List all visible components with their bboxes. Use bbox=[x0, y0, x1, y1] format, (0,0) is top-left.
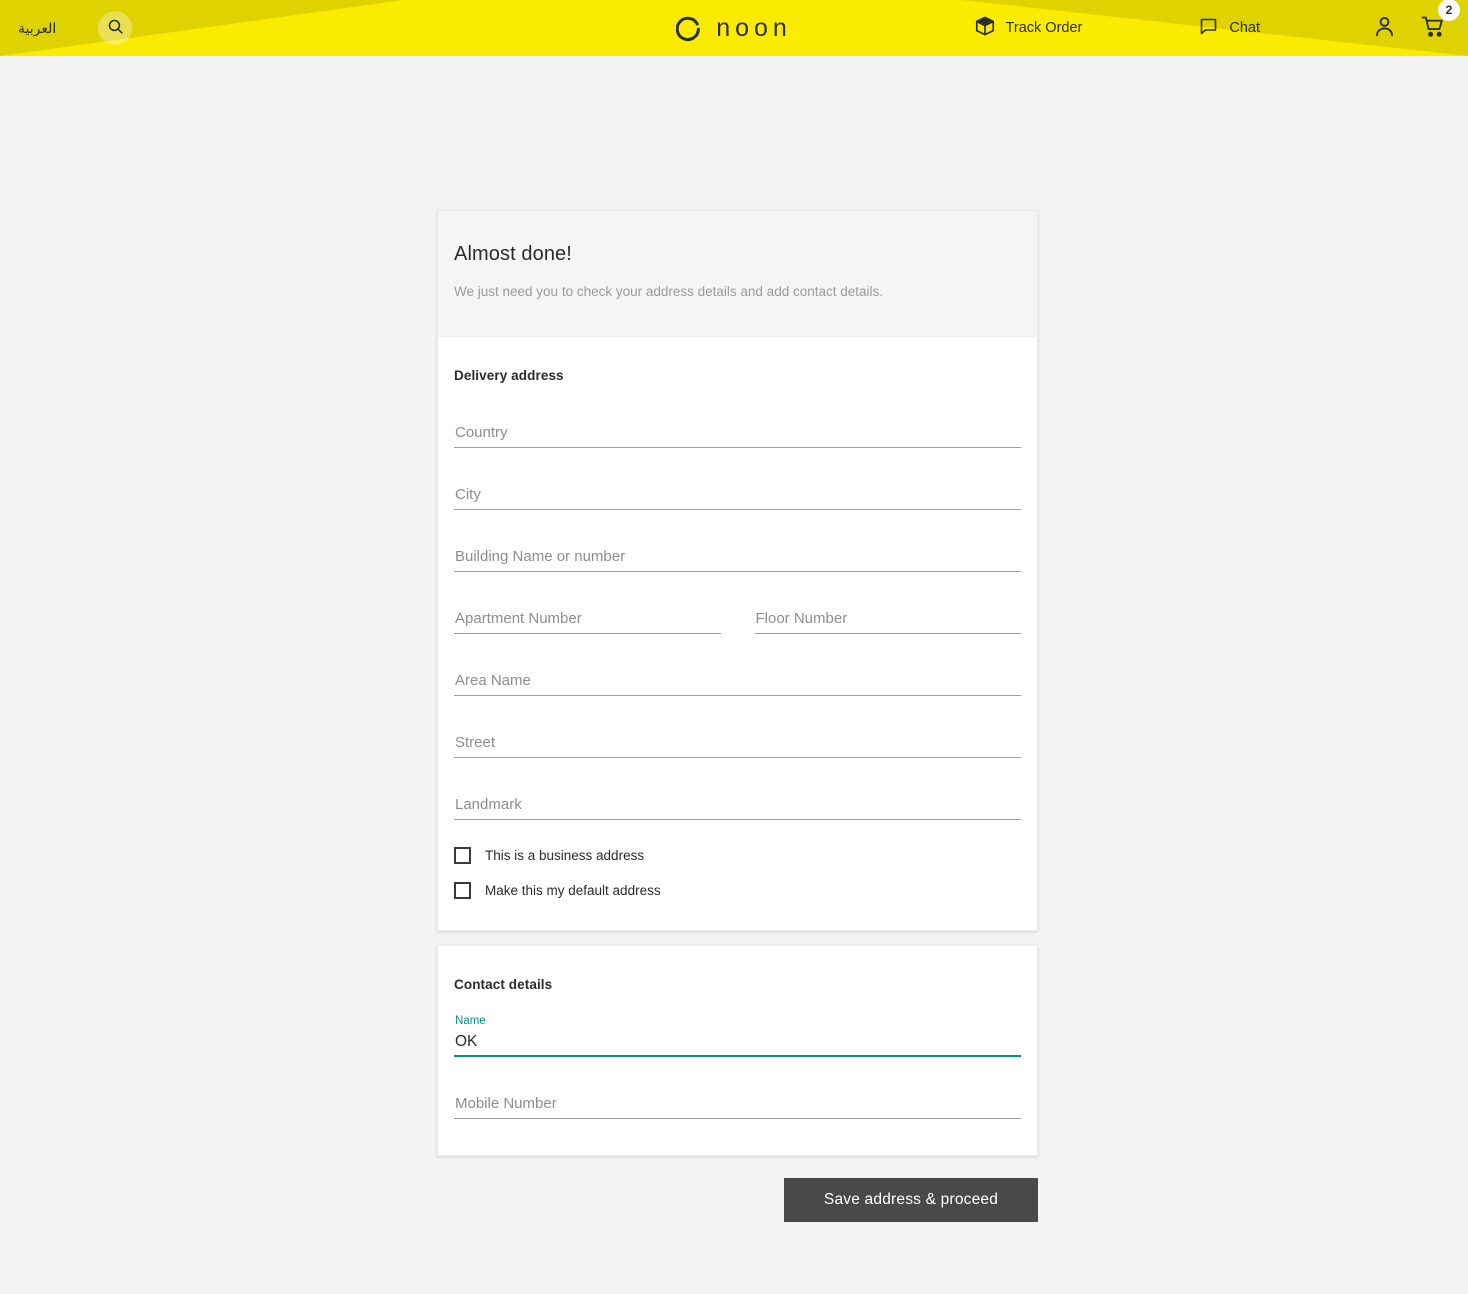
cart-count-badge: 2 bbox=[1438, 0, 1460, 21]
card-separator bbox=[437, 931, 1038, 945]
name-field-underline bbox=[454, 1055, 1021, 1057]
country-field[interactable]: Country bbox=[454, 400, 1021, 462]
floor-placeholder: Floor Number bbox=[755, 609, 848, 627]
apartment-underline bbox=[454, 632, 721, 634]
chat-bubble-icon bbox=[1198, 16, 1219, 41]
contact-details-heading: Contact details bbox=[454, 976, 553, 992]
mobile-number-field[interactable]: Mobile Number bbox=[454, 1071, 1021, 1133]
delivery-address-body: Delivery address Country City Building N… bbox=[438, 336, 1037, 930]
checkout-column: Almost done! We just need you to check y… bbox=[437, 210, 1038, 1222]
street-field[interactable]: Street bbox=[454, 710, 1021, 772]
city-placeholder: City bbox=[455, 485, 481, 503]
street-underline bbox=[454, 756, 1021, 758]
contact-details-body: Contact details Name OK Mobile Number bbox=[438, 945, 1037, 1155]
floor-number-field[interactable]: Floor Number bbox=[754, 586, 1021, 648]
page-body: Almost done! We just need you to check y… bbox=[0, 56, 1468, 1294]
delivery-address-card: Almost done! We just need you to check y… bbox=[437, 210, 1038, 931]
delivery-address-heading: Delivery address bbox=[454, 367, 564, 383]
account-link[interactable] bbox=[1372, 14, 1397, 43]
track-order-label: Track Order bbox=[1005, 20, 1083, 36]
city-underline bbox=[454, 508, 1021, 510]
area-name-field[interactable]: Area Name bbox=[454, 648, 1021, 710]
landmark-field[interactable]: Landmark bbox=[454, 772, 1021, 834]
brand-name: noon bbox=[716, 13, 792, 42]
search-button[interactable] bbox=[98, 11, 133, 45]
package-icon bbox=[974, 15, 996, 41]
form-actions: Save address & proceed bbox=[437, 1177, 1038, 1222]
apartment-floor-row: Apartment Number Floor Number bbox=[454, 586, 1021, 648]
search-icon bbox=[107, 18, 124, 38]
address-checkboxes: This is a business address Make this my … bbox=[454, 838, 1021, 908]
save-address-button[interactable]: Save address & proceed bbox=[784, 1177, 1038, 1222]
business-address-label: This is a business address bbox=[485, 847, 645, 863]
country-underline bbox=[454, 446, 1021, 448]
building-field[interactable]: Building Name or number bbox=[454, 524, 1021, 586]
user-account-icon bbox=[1372, 14, 1397, 43]
language-switch-link[interactable]: العربية bbox=[18, 21, 56, 35]
building-placeholder: Building Name or number bbox=[455, 547, 626, 565]
city-field[interactable]: City bbox=[454, 462, 1021, 524]
noon-mark-icon bbox=[676, 16, 701, 41]
business-address-checkbox[interactable] bbox=[454, 846, 471, 864]
mobile-placeholder: Mobile Number bbox=[455, 1094, 557, 1112]
area-placeholder: Area Name bbox=[455, 671, 531, 689]
name-field-value: OK bbox=[455, 1033, 478, 1051]
intro-section: Almost done! We just need you to check y… bbox=[438, 211, 1037, 337]
chat-label: Chat bbox=[1229, 20, 1260, 36]
mobile-underline bbox=[454, 1117, 1021, 1119]
default-address-checkbox-row[interactable]: Make this my default address bbox=[454, 873, 1021, 908]
default-address-checkbox[interactable] bbox=[454, 881, 471, 899]
business-address-checkbox-row[interactable]: This is a business address bbox=[454, 838, 1021, 873]
default-address-label: Make this my default address bbox=[485, 882, 661, 898]
country-placeholder: Country bbox=[455, 423, 508, 441]
area-underline bbox=[454, 694, 1021, 696]
name-field[interactable]: Name OK bbox=[454, 1009, 1021, 1071]
street-placeholder: Street bbox=[455, 733, 496, 751]
cart-link[interactable]: 2 bbox=[1421, 0, 1460, 43]
apartment-number-field[interactable]: Apartment Number bbox=[454, 586, 721, 648]
floor-underline bbox=[754, 632, 1021, 634]
page-title: Almost done! bbox=[454, 243, 572, 265]
site-header: العربية noon Track Order Chat 2 bbox=[0, 0, 1468, 56]
contact-details-card: Contact details Name OK Mobile Number bbox=[437, 944, 1038, 1156]
landmark-placeholder: Landmark bbox=[455, 795, 522, 813]
apartment-placeholder: Apartment Number bbox=[455, 609, 582, 627]
name-field-label: Name bbox=[455, 1015, 486, 1028]
contact-fields: Name OK Mobile Number bbox=[454, 1009, 1021, 1133]
address-fields: Country City Building Name or number Apa… bbox=[454, 400, 1021, 834]
chat-link[interactable]: Chat bbox=[1198, 16, 1260, 41]
track-order-link[interactable]: Track Order bbox=[974, 15, 1083, 41]
landmark-underline bbox=[454, 818, 1021, 820]
building-underline bbox=[454, 570, 1021, 572]
page-subtitle: We just need you to check your address d… bbox=[454, 284, 884, 299]
